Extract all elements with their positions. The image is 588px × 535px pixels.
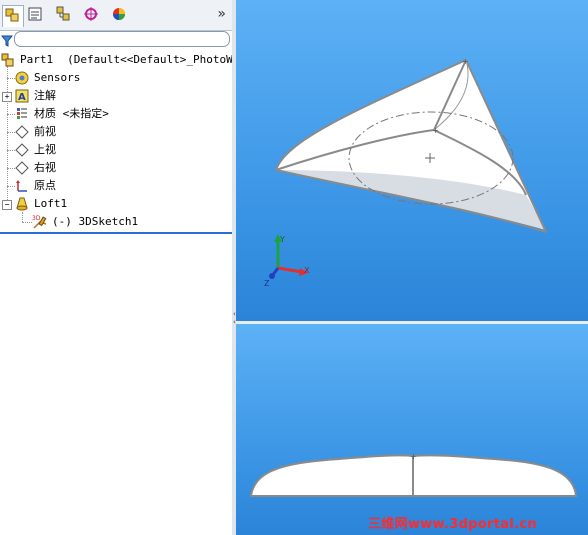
feature-tree-icon xyxy=(5,7,21,27)
manager-tab-bar: » xyxy=(0,0,232,31)
loft-model-front: + xyxy=(249,452,578,497)
panel-empty-area xyxy=(0,234,232,535)
tree-item-label: (-) 3DSketch1 xyxy=(52,215,139,228)
tree-item-sensors[interactable]: Sensors xyxy=(14,69,80,87)
more-tabs-button[interactable]: » xyxy=(217,6,226,22)
svg-text:+: + xyxy=(462,57,469,66)
svg-text:+: + xyxy=(432,126,439,135)
filter-input[interactable] xyxy=(14,31,230,47)
tab-display-manager[interactable] xyxy=(108,5,130,27)
expand-annotations-button[interactable]: + xyxy=(2,92,12,102)
display-manager-icon xyxy=(111,6,127,26)
tab-configuration-manager[interactable] xyxy=(52,5,74,27)
part-config: (Default<<Default>_PhotoWorks xyxy=(67,53,260,66)
plane-icon xyxy=(14,160,30,176)
tab-feature-manager[interactable] xyxy=(2,5,24,27)
part-name: Part1 xyxy=(20,53,54,66)
tab-property-manager[interactable] xyxy=(24,5,46,27)
dimxpert-icon xyxy=(83,6,99,26)
filter-bar xyxy=(0,31,230,47)
sensors-icon xyxy=(14,70,30,86)
tree-item-material[interactable]: 材质 <未指定> xyxy=(14,105,109,123)
svg-text:+: + xyxy=(410,452,417,461)
svg-text:A: A xyxy=(18,92,26,103)
tree-item-top-plane[interactable]: 上视 xyxy=(14,141,56,159)
tree-item-3dsketch[interactable]: 3D (-) 3DSketch1 xyxy=(32,213,138,231)
annotations-icon: A xyxy=(14,88,30,104)
material-icon xyxy=(14,106,30,122)
collapse-loft-button[interactable]: − xyxy=(2,200,12,210)
feature-tree: Part1 (Default<<Default>_PhotoWorks Sens… xyxy=(0,50,259,231)
graphics-viewport-front[interactable]: + xyxy=(236,324,588,535)
watermark-text: 三维网www.3dportal.cn xyxy=(368,517,537,532)
tree-item-label: 原点 xyxy=(34,179,56,192)
coordinate-triad: Y X Z xyxy=(264,234,310,288)
plane-icon xyxy=(14,142,30,158)
plane-icon xyxy=(14,124,30,140)
tree-item-label: 前视 xyxy=(34,125,56,138)
triad-y-label: Y xyxy=(279,235,285,244)
tree-item-label: 右视 xyxy=(34,161,56,174)
tree-item-label: Sensors xyxy=(34,71,81,84)
triad-x-label: X xyxy=(304,266,310,275)
svg-text:3D: 3D xyxy=(32,215,41,222)
configuration-manager-icon xyxy=(55,6,71,26)
triad-z-label: Z xyxy=(264,279,270,288)
filter-icon[interactable] xyxy=(0,32,14,51)
tree-item-loft[interactable]: Loft1 xyxy=(14,195,67,213)
tree-item-part[interactable]: Part1 (Default<<Default>_PhotoWorks xyxy=(0,51,259,69)
feature-manager-panel: » Part1 (Default<<Default>_PhotoWorks Se… xyxy=(0,0,259,535)
3dsketch-icon: 3D xyxy=(32,214,48,230)
tree-item-label: 上视 xyxy=(34,143,56,156)
property-manager-icon xyxy=(27,6,43,26)
tree-item-origin[interactable]: 原点 xyxy=(14,177,56,195)
tree-item-right-plane[interactable]: 右视 xyxy=(14,159,56,177)
origin-icon xyxy=(14,178,30,194)
tree-item-front-plane[interactable]: 前视 xyxy=(14,123,56,141)
tree-item-label: 材质 <未指定> xyxy=(34,107,109,120)
tree-item-label: 注解 xyxy=(34,89,56,102)
loft-icon xyxy=(14,196,30,212)
tab-dimxpert-manager[interactable] xyxy=(80,5,102,27)
tree-item-annotations[interactable]: A 注解 xyxy=(14,87,56,105)
graphics-viewport-isometric[interactable]: + + Y X Z xyxy=(236,0,588,321)
part-icon xyxy=(0,52,16,68)
tree-item-label: Loft1 xyxy=(34,197,68,210)
